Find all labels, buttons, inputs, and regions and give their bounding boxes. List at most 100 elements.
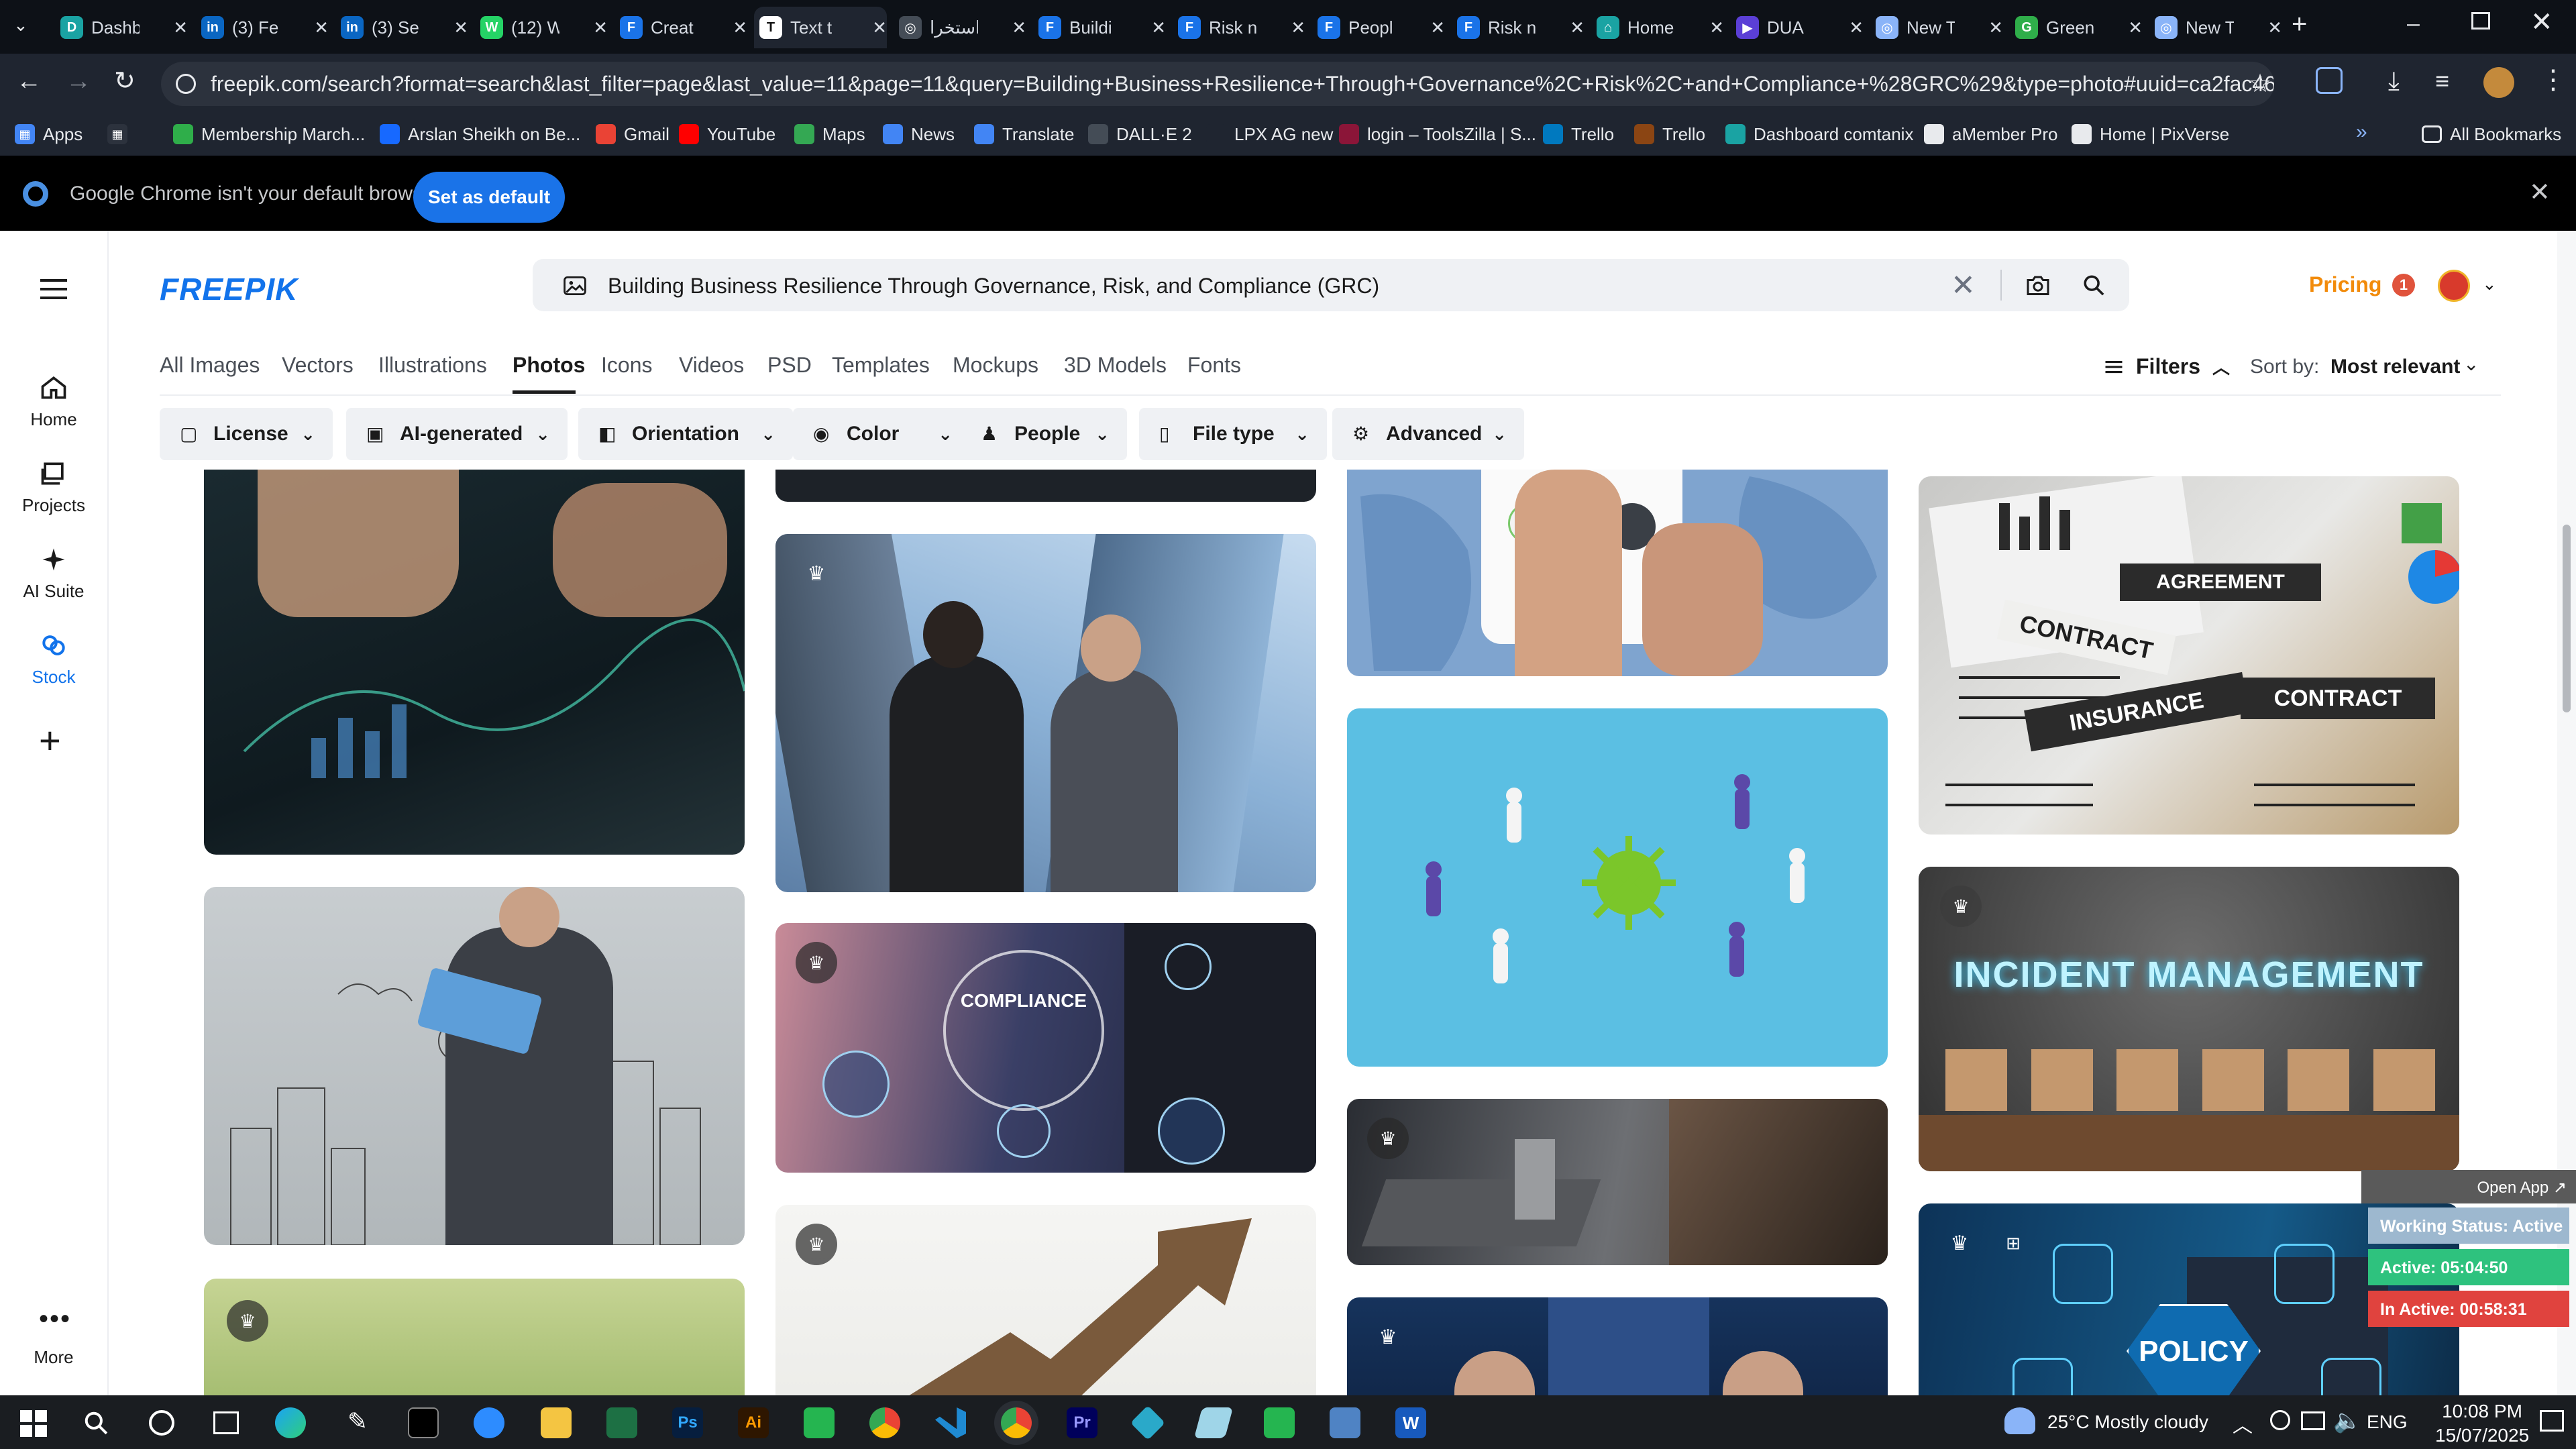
close-tab-icon[interactable]: ✕ (314, 17, 329, 38)
zoom-icon[interactable] (474, 1407, 504, 1438)
close-tab-icon[interactable]: ✕ (1012, 17, 1026, 38)
image-card[interactable]: CONTRACT AGREEMENT INSURANCE CONTRACT (1919, 476, 2459, 835)
image-card[interactable] (204, 887, 745, 1245)
close-tab-icon[interactable]: ✕ (1570, 17, 1585, 38)
filter-advanced-button[interactable]: ⚙ Advanced ⌄ (1332, 408, 1524, 460)
browser-tab[interactable]: F Risk n ✕ (1452, 7, 1585, 48)
tab-groups-icon[interactable]: ▦ (107, 122, 136, 146)
image-card[interactable]: ♛ (775, 1205, 1316, 1395)
sort-chevron-icon[interactable]: ⌄ (2463, 353, 2479, 375)
filter-color-button[interactable]: ◉ Color ⌄ (793, 408, 970, 460)
restore-button[interactable] (2471, 12, 2490, 30)
minimize-button[interactable]: – (2407, 11, 2420, 37)
sheets-green-icon[interactable] (804, 1407, 835, 1438)
filter-ai-generated-button[interactable]: ▣ AI-generated ⌄ (346, 408, 568, 460)
close-tab-icon[interactable]: ✕ (2267, 17, 2282, 38)
bookmark-item[interactable]: login – ToolsZilla | S... (1339, 122, 1536, 146)
tab-icons[interactable]: Icons (601, 353, 652, 378)
edge-icon[interactable] (275, 1407, 306, 1438)
browser-tab[interactable]: in (3) Fe ✕ (196, 7, 329, 48)
image-card[interactable] (1347, 470, 1888, 676)
image-card[interactable]: ♛ (1347, 1297, 1888, 1395)
pricing-link[interactable]: Pricing (2309, 272, 2381, 297)
app-diamond-icon[interactable] (1130, 1405, 1166, 1441)
browser-tab[interactable]: in (3) Se ✕ (335, 7, 468, 48)
close-tab-icon[interactable]: ✕ (1849, 17, 1864, 38)
bookmark-item[interactable]: News (883, 122, 955, 146)
search-input[interactable]: Building Business Resilience Through Gov… (608, 274, 1379, 299)
weather-text[interactable]: 25°C Mostly cloudy (2047, 1411, 2208, 1433)
word-icon[interactable]: W (1395, 1407, 1426, 1438)
image-card[interactable] (775, 470, 1316, 502)
filters-toggle[interactable]: Filters ︿ (2104, 354, 2230, 379)
hamburger-menu-icon[interactable] (40, 279, 67, 299)
forward-icon[interactable]: → (66, 67, 91, 96)
tab-mockups[interactable]: Mockups (953, 353, 1038, 378)
bookmark-item[interactable]: aMember Pro (1924, 122, 2058, 146)
browser-tab[interactable]: ▶ DUA ✕ (1731, 7, 1864, 48)
browser-tab[interactable]: ◎ New T ✕ (2149, 7, 2282, 48)
excel-icon[interactable] (606, 1407, 637, 1438)
download-icon[interactable]: ⤓ (2388, 67, 2400, 96)
sidebar-item-home[interactable]: Home (0, 373, 107, 430)
browser-tab[interactable]: G Green ✕ (2010, 7, 2143, 48)
close-window-button[interactable]: ✕ (2530, 7, 2553, 38)
illustrator-icon[interactable]: Ai (738, 1407, 769, 1438)
url-field[interactable]: freepik.com/search?format=search&last_fi… (161, 62, 2274, 106)
browser-tab[interactable]: W (12) W ✕ (475, 7, 608, 48)
media-control-icon[interactable]: ≡ (2435, 67, 2449, 95)
clock-time[interactable]: 10:08 PM (2435, 1401, 2529, 1422)
close-tab-icon[interactable]: ✕ (872, 17, 887, 38)
search-bar[interactable]: Building Business Resilience Through Gov… (533, 259, 2129, 311)
tab-fonts[interactable]: Fonts (1187, 353, 1241, 378)
reload-icon[interactable]: ↻ (114, 66, 136, 96)
bookmark-item[interactable]: Gmail (596, 122, 669, 146)
open-app-link[interactable]: Open App ↗ (2361, 1170, 2576, 1203)
notification-center-icon[interactable] (2540, 1410, 2564, 1432)
tab-vectors[interactable]: Vectors (282, 353, 354, 378)
windows-start-icon[interactable] (20, 1410, 47, 1437)
close-tab-icon[interactable]: ✕ (2128, 17, 2143, 38)
location-icon[interactable] (2270, 1410, 2290, 1430)
all-bookmarks[interactable]: All Bookmarks (2422, 122, 2561, 146)
user-avatar[interactable] (2438, 270, 2470, 302)
close-tab-icon[interactable]: ✕ (1291, 17, 1305, 38)
tab-videos[interactable]: Videos (679, 353, 744, 378)
premiere-icon[interactable]: Pr (1067, 1407, 1097, 1438)
taskbar-search-icon[interactable] (83, 1410, 109, 1436)
terminal-icon[interactable] (408, 1407, 439, 1438)
close-tab-icon[interactable]: ✕ (733, 17, 747, 38)
image-card[interactable]: ♛ (775, 534, 1316, 892)
account-chevron-icon[interactable]: ⌄ (2482, 274, 2497, 294)
close-tab-icon[interactable]: ✕ (1151, 17, 1166, 38)
bookmark-item[interactable]: YouTube (679, 122, 775, 146)
sheets-icon[interactable] (1264, 1407, 1295, 1438)
chrome-menu-icon[interactable]: ⋮ (2540, 64, 2567, 95)
set-as-default-button[interactable]: Set as default (413, 172, 565, 223)
photoshop-icon[interactable]: Ps (672, 1407, 703, 1438)
filter-file-type-button[interactable]: ▯ File type ⌄ (1139, 408, 1327, 460)
cortana-icon[interactable] (149, 1410, 174, 1436)
browser-tab[interactable]: T Text t ✕ (754, 7, 887, 48)
close-tab-icon[interactable]: ✕ (593, 17, 608, 38)
bookmark-item[interactable]: DALL·E 2 (1088, 122, 1192, 146)
image-card[interactable] (204, 470, 745, 855)
tab-psd[interactable]: PSD (767, 353, 812, 378)
image-card[interactable]: INCIDENT MANAGEMENT ♛ (1919, 867, 2459, 1171)
close-tab-icon[interactable]: ✕ (1709, 17, 1724, 38)
bookmark-item[interactable]: Dashboard comtanix (1725, 122, 1913, 146)
new-tab-button[interactable]: + (2292, 9, 2307, 40)
bookmark-item[interactable]: Translate (974, 122, 1074, 146)
image-card[interactable] (1347, 708, 1888, 1067)
more-bookmarks-icon[interactable]: » (2356, 121, 2367, 144)
browser-tab[interactable]: F Buildi ✕ (1033, 7, 1166, 48)
bookmark-item[interactable]: Home | PixVerse (2072, 122, 2229, 146)
sort-select[interactable]: Most relevant (2330, 356, 2460, 378)
browser-tab[interactable]: F Peopl ✕ (1312, 7, 1445, 48)
bookmark-item[interactable]: Trello (1634, 122, 1705, 146)
tab-search-icon[interactable]: ⌄ (13, 15, 28, 36)
app-glass-icon[interactable] (1193, 1407, 1234, 1438)
browser-tab[interactable]: ◎ New T ✕ (1870, 7, 2003, 48)
notification-badge[interactable]: 1 (2392, 274, 2415, 297)
browser-tab[interactable]: F Risk n ✕ (1173, 7, 1305, 48)
